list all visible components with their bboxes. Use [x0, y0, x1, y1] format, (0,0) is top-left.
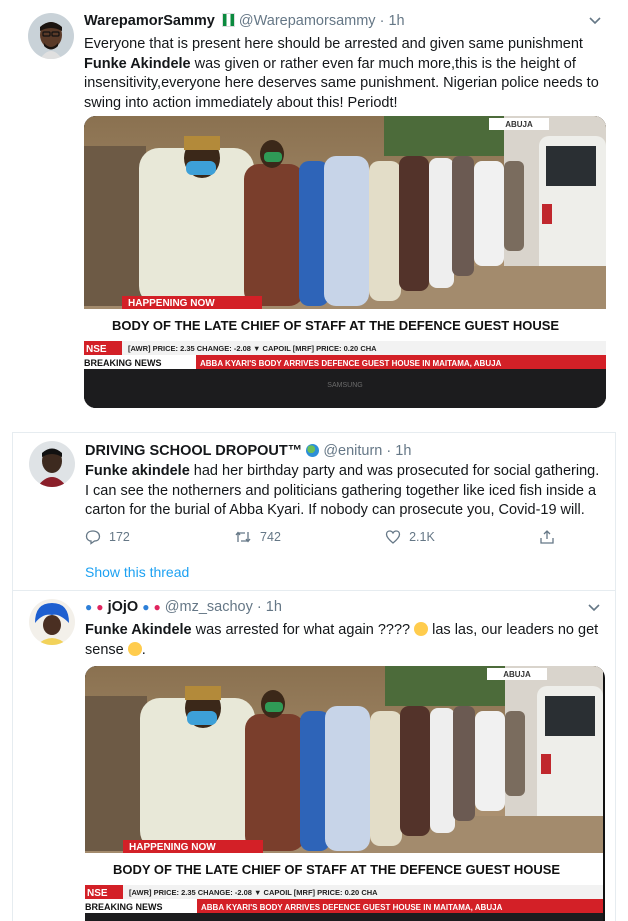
- tweet-header: DRIVING SCHOOL DROPOUT™ @eniturn · 1h: [85, 443, 412, 459]
- tweet-2[interactable]: DRIVING SCHOOL DROPOUT™ @eniturn · 1h Fu…: [12, 432, 616, 590]
- reply-icon: [85, 530, 101, 545]
- display-name[interactable]: DRIVING SCHOOL DROPOUT™: [85, 443, 302, 459]
- handle[interactable]: @eniturn: [323, 443, 382, 459]
- display-name[interactable]: WarepamorSammy: [84, 13, 215, 29]
- tv-brand-logo: SAMSUNG: [327, 382, 362, 389]
- butterfly-emoji: ●: [85, 600, 93, 614]
- news-crawl: ABBA KYARI'S BODY ARRIVES DEFENCE GUEST …: [201, 903, 503, 912]
- ticker-label: NSE: [86, 344, 107, 355]
- tweet-1[interactable]: WarepamorSammy @Warepamorsammy · 1h Ever…: [12, 0, 616, 412]
- news-headline: BODY OF THE LATE CHIEF OF STAFF AT THE D…: [112, 318, 559, 333]
- timestamp[interactable]: 1h: [395, 443, 411, 459]
- avatar[interactable]: [28, 13, 74, 59]
- retweet-button[interactable]: 742: [234, 527, 281, 547]
- butterfly-emoji: ●: [142, 600, 150, 614]
- location-badge: ABUJA: [503, 670, 531, 679]
- retweet-count: 742: [260, 530, 281, 544]
- timestamp[interactable]: 1h: [388, 13, 404, 29]
- tweet-image[interactable]: ABUJA HAPPENING NOW BODY OF THE LATE CHI…: [84, 116, 606, 408]
- like-button[interactable]: 2.1K: [385, 527, 435, 547]
- stock-ticker: [AWR] PRICE: 2.35 CHANGE: -2.08 ▼ CAPOIL…: [129, 888, 378, 897]
- breaking-news-label: BREAKING NEWS: [84, 358, 162, 368]
- happening-now-label: HAPPENING NOW: [129, 842, 216, 853]
- mention-text: Funke Akindele: [84, 55, 191, 72]
- avatar[interactable]: [29, 441, 75, 487]
- reply-button[interactable]: 172: [85, 527, 130, 547]
- globe-emoji: [306, 444, 320, 457]
- sweat-smile-emoji: [414, 622, 429, 636]
- tv-screen-photo: ABUJA HAPPENING NOW BODY OF THE LATE CHI…: [84, 116, 606, 408]
- reply-count: 172: [109, 530, 130, 544]
- stock-ticker: [AWR] PRICE: 2.35 CHANGE: -2.08 ▼ CAPOIL…: [128, 344, 377, 353]
- tweet-header: ● ● jOjO ● ● @mz_sachoy · 1h: [85, 599, 282, 615]
- share-button[interactable]: [539, 527, 555, 547]
- avatar[interactable]: [29, 599, 75, 645]
- share-icon: [540, 530, 554, 544]
- tweet-text: Funke Akindele was arrested for what aga…: [85, 622, 599, 658]
- news-headline: BODY OF THE LATE CHIEF OF STAFF AT THE D…: [113, 862, 560, 877]
- mention-text: Funke Akindele: [85, 622, 192, 638]
- like-count: 2.1K: [409, 530, 435, 544]
- handle[interactable]: @mz_sachoy: [165, 599, 253, 615]
- nigeria-flag-emoji: [221, 13, 235, 27]
- news-crawl: ABBA KYARI'S BODY ARRIVES DEFENCE GUEST …: [200, 359, 502, 368]
- heart-emoji: ●: [96, 600, 104, 614]
- tv-screen-photo: ABUJA HAPPENING NOW BODY OF THE LATE CHI…: [85, 666, 603, 921]
- mention-text: Funke akindele: [85, 463, 190, 479]
- tweet-text: Everyone that is present here should be …: [84, 36, 599, 111]
- breaking-news-label: BREAKING NEWS: [85, 902, 163, 912]
- tweet-actions: 172 742 2.1K: [85, 527, 555, 547]
- retweet-icon: [235, 531, 251, 543]
- handle[interactable]: @Warepamorsammy: [239, 13, 376, 29]
- chevron-down-icon[interactable]: [587, 601, 601, 615]
- tweet-3[interactable]: ● ● jOjO ● ● @mz_sachoy · 1h Funke Akind…: [12, 590, 616, 921]
- heart-emoji: ●: [153, 600, 161, 614]
- show-this-thread-link[interactable]: Show this thread: [85, 564, 189, 580]
- display-name[interactable]: jOjO: [108, 599, 139, 615]
- heart-icon: [385, 530, 401, 544]
- chevron-down-icon[interactable]: [588, 14, 602, 28]
- location-badge: ABUJA: [505, 120, 533, 129]
- tweet-header: WarepamorSammy @Warepamorsammy · 1h: [84, 13, 405, 29]
- tweet-image[interactable]: ABUJA HAPPENING NOW BODY OF THE LATE CHI…: [85, 666, 605, 921]
- happening-now-label: HAPPENING NOW: [128, 298, 215, 309]
- ticker-label: NSE: [87, 888, 108, 899]
- tweet-text: Funke akindele had her birthday party an…: [85, 463, 600, 518]
- timestamp[interactable]: 1h: [266, 599, 282, 615]
- sweat-smile-emoji: [127, 641, 142, 656]
